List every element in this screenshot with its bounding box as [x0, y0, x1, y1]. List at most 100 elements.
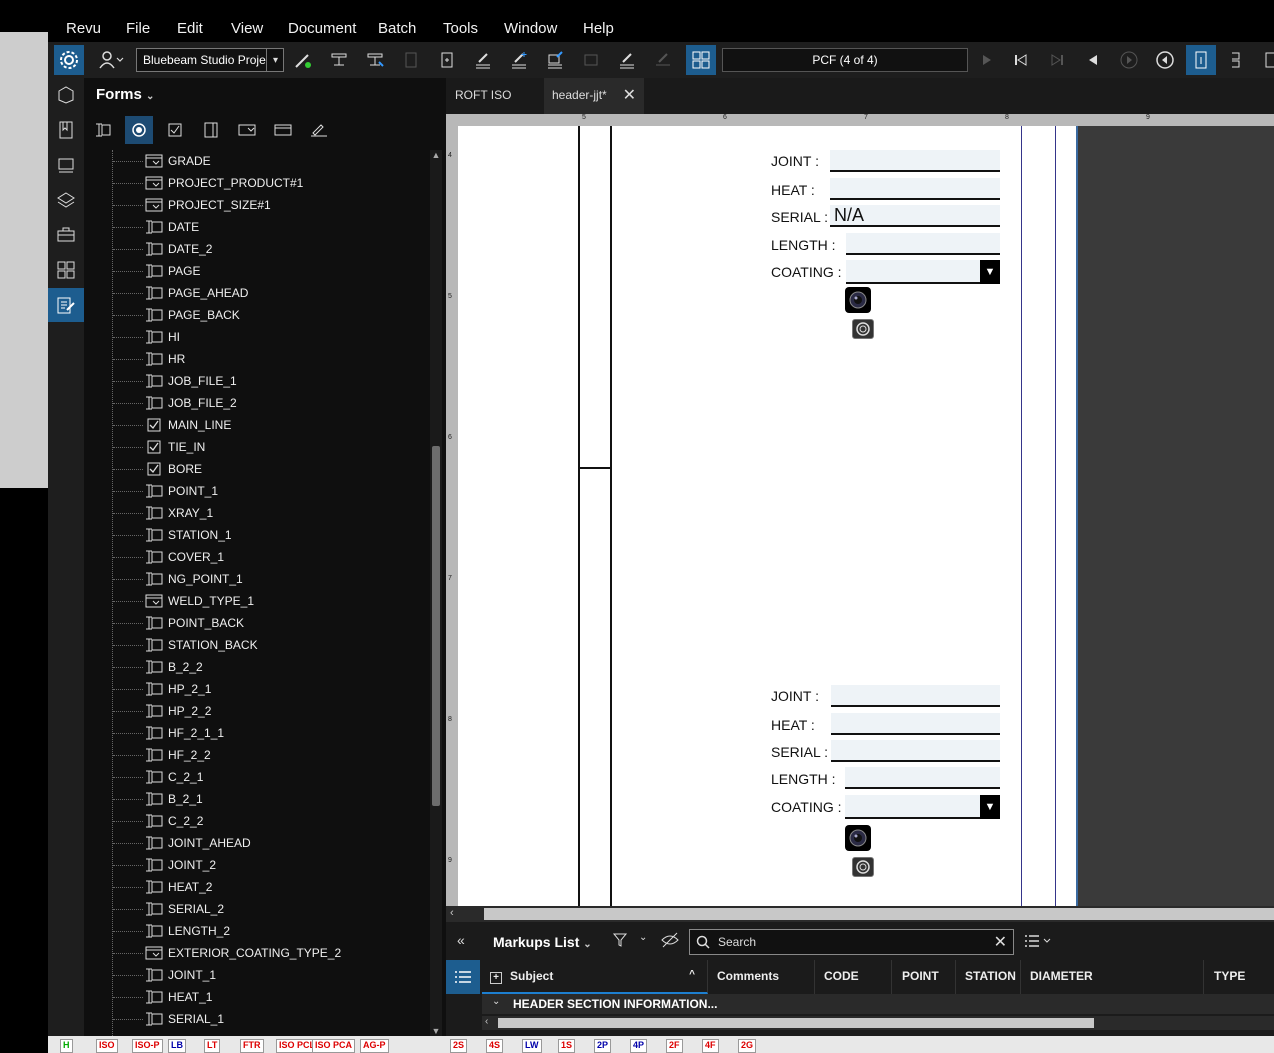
- tool-chest-stamp[interactable]: AG-P: [360, 1039, 389, 1053]
- joint-field[interactable]: [831, 685, 1000, 707]
- column-type[interactable]: TYPE: [1206, 960, 1274, 994]
- form-field-item[interactable]: B_2_1: [84, 788, 424, 810]
- form-field-item[interactable]: DATE_2: [84, 238, 424, 260]
- tool-chest-stamp[interactable]: H: [60, 1039, 73, 1053]
- page-indicator[interactable]: PCF (4 of 4): [722, 48, 968, 72]
- tool-chest-stamp[interactable]: LB: [168, 1039, 186, 1053]
- chevron-down-icon[interactable]: ▼: [980, 260, 1000, 284]
- back-view-icon[interactable]: [1150, 45, 1180, 75]
- column-comments[interactable]: Comments: [709, 960, 815, 994]
- search-input[interactable]: Search: [718, 935, 756, 949]
- settings-gear-icon[interactable]: [54, 45, 84, 75]
- capture-icon[interactable]: [852, 857, 874, 877]
- form-field-item[interactable]: JOINT_AHEAD: [84, 832, 424, 854]
- thumbnails-icon[interactable]: [48, 253, 84, 287]
- first-page-icon[interactable]: [1006, 45, 1036, 75]
- form-field-item[interactable]: HP_2_2: [84, 700, 424, 722]
- markups-list-icon[interactable]: [446, 960, 480, 994]
- single-page-icon[interactable]: [1186, 45, 1216, 75]
- form-field-item[interactable]: NG_POINT_1: [84, 568, 424, 590]
- tool-chest-stamp[interactable]: 4F: [702, 1039, 719, 1053]
- form-field-item[interactable]: STATION_1: [84, 524, 424, 546]
- column-point[interactable]: POINT: [894, 960, 956, 994]
- heat-field[interactable]: [830, 178, 1000, 200]
- form-field-item[interactable]: LENGTH_2: [84, 920, 424, 942]
- thumbnail-grid-icon[interactable]: [686, 45, 716, 75]
- toolchest-icon[interactable]: [48, 218, 84, 252]
- form-field-item[interactable]: C_2_2: [84, 810, 424, 832]
- tool-chest-stamp[interactable]: 4P: [630, 1039, 648, 1053]
- form-field-item[interactable]: SERIAL_1: [84, 1008, 424, 1030]
- previous-page-icon[interactable]: [1078, 45, 1108, 75]
- length-field[interactable]: [846, 233, 1000, 255]
- chevron-down-icon[interactable]: ▼: [980, 795, 1000, 819]
- tool-chest-stamp[interactable]: 2G: [738, 1039, 757, 1053]
- menu-document[interactable]: Document: [288, 20, 356, 37]
- tool-chest-stamp[interactable]: 2F: [666, 1039, 683, 1053]
- dropdown-tool-icon[interactable]: [233, 116, 261, 144]
- form-field-item[interactable]: HEAT_2: [84, 876, 424, 898]
- form-field-item[interactable]: PAGE: [84, 260, 424, 282]
- form-field-item[interactable]: HI: [84, 326, 424, 348]
- joint-field[interactable]: [830, 150, 1000, 172]
- form-field-item[interactable]: TIE_IN: [84, 436, 424, 458]
- button-tool-icon[interactable]: [269, 116, 297, 144]
- markups-hscroll-thumb[interactable]: [498, 1018, 1094, 1028]
- text-field-tool-icon[interactable]: [89, 116, 117, 144]
- scroll-down-icon[interactable]: ▼: [430, 1026, 442, 1036]
- form-field-item[interactable]: XRAY_1: [84, 502, 424, 524]
- form-field-item[interactable]: COVER_1: [84, 546, 424, 568]
- scroll-left-icon[interactable]: ‹: [450, 907, 454, 919]
- form-field-item[interactable]: POINT_BACK: [84, 612, 424, 634]
- bookmarks-icon[interactable]: [48, 113, 84, 147]
- scroll-left-icon[interactable]: ‹: [485, 1016, 488, 1027]
- more-tools-icon[interactable]: [1254, 45, 1274, 75]
- scroll-up-icon[interactable]: ▲: [430, 150, 442, 160]
- forms-scroll-thumb[interactable]: [432, 446, 440, 806]
- chevron-down-icon[interactable]: ⌄: [639, 932, 647, 943]
- menu-help[interactable]: Help: [583, 20, 614, 37]
- camera-icon[interactable]: [845, 825, 871, 851]
- forms-panel-title[interactable]: Forms ⌄: [96, 86, 154, 103]
- form-field-item[interactable]: JOB_FILE_1: [84, 370, 424, 392]
- form-field-item[interactable]: HF_2_2: [84, 744, 424, 766]
- form-field-item[interactable]: MAIN_LINE: [84, 414, 424, 436]
- layers-icon[interactable]: [48, 183, 84, 217]
- capture-icon[interactable]: [852, 319, 874, 339]
- tool-chest-stamp[interactable]: 2P: [594, 1039, 612, 1053]
- forms-panel-icon[interactable]: [48, 288, 84, 322]
- column-station[interactable]: STATION: [957, 960, 1021, 994]
- form-field-item[interactable]: EXTERIOR_COATING_TYPE_2: [84, 942, 424, 964]
- filter-icon[interactable]: [612, 932, 628, 953]
- coating-dropdown[interactable]: ▼: [846, 260, 1000, 284]
- markups-list-title[interactable]: Markups List ⌄: [493, 934, 592, 950]
- digital-signature-tool-icon[interactable]: [305, 116, 333, 144]
- pen-tool-icon[interactable]: [288, 45, 318, 75]
- menu-file[interactable]: File: [126, 20, 150, 37]
- camera-icon[interactable]: [845, 287, 871, 313]
- form-field-item[interactable]: HF_2_1_1: [84, 722, 424, 744]
- properties-icon[interactable]: [48, 78, 84, 112]
- tool-chest-stamp[interactable]: FTR: [240, 1039, 264, 1053]
- length-field[interactable]: [845, 767, 1000, 789]
- column-subject[interactable]: + Subject ^: [482, 960, 708, 994]
- heat-field[interactable]: [831, 713, 1000, 735]
- stamps-icon[interactable]: [48, 148, 84, 182]
- tab-roft-iso[interactable]: ROFT ISO: [455, 78, 547, 114]
- split-view-icon[interactable]: [1222, 45, 1252, 75]
- form-field-item[interactable]: C_2_1: [84, 766, 424, 788]
- column-diameter[interactable]: DIAMETER: [1022, 960, 1204, 994]
- form-field-item[interactable]: B_2_2: [84, 656, 424, 678]
- close-tab-icon[interactable]: ✕: [623, 85, 636, 105]
- export-icon[interactable]: [540, 45, 570, 75]
- form-field-item[interactable]: JOINT_2: [84, 854, 424, 876]
- form-field-item[interactable]: WELD_TYPE_1: [84, 590, 424, 612]
- expand-all-icon[interactable]: +: [490, 972, 502, 984]
- serial-field[interactable]: N/A: [830, 205, 1000, 227]
- form-field-item[interactable]: POINT_1: [84, 480, 424, 502]
- tab-header-jjt[interactable]: header-jjt* ✕: [544, 78, 644, 114]
- tool-chest-stamp[interactable]: ISO: [96, 1039, 118, 1053]
- form-field-item[interactable]: HP_2_1: [84, 678, 424, 700]
- menu-batch[interactable]: Batch: [378, 20, 416, 37]
- list-view-icon[interactable]: [1024, 934, 1054, 953]
